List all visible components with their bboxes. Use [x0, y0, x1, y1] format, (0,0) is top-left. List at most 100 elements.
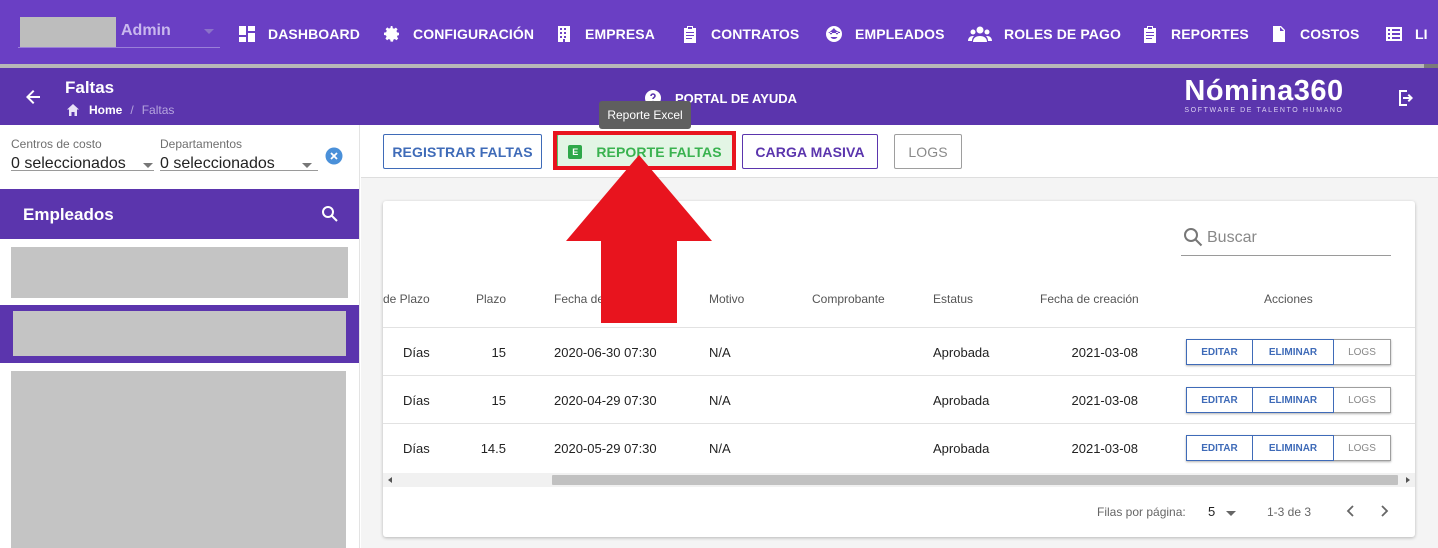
page-header: Faltas Home / Faltas PORTAL DE AYUDA Nóm… [0, 68, 1438, 125]
column-header[interactable]: Estatus [933, 292, 973, 306]
logs-button[interactable]: LOGS [1334, 387, 1391, 413]
cell-motivo: N/A [709, 393, 731, 408]
report-icon [1144, 26, 1156, 43]
departments-filter[interactable]: Departamentos 0 seleccionados [160, 137, 275, 173]
row-actions: EDITAR ELIMINAR LOGS [1186, 339, 1391, 365]
chevron-down-icon[interactable] [1226, 511, 1236, 516]
cell-estatus: Aprobada [933, 393, 990, 408]
breadcrumb-current: Faltas [141, 103, 175, 117]
nav-label: LI [1415, 26, 1428, 42]
register-absences-button[interactable]: REGISTRAR FALTAS [383, 134, 542, 169]
column-header[interactable]: Comprobante [812, 292, 885, 306]
column-header[interactable]: Plazo [476, 292, 506, 306]
cell-tipo: Días [403, 393, 430, 408]
gear-icon [384, 26, 399, 42]
cell-motivo: N/A [709, 345, 731, 360]
logs-button[interactable]: LOGS [1334, 339, 1391, 365]
nav-label: EMPLEADOS [855, 26, 945, 42]
costs-icon [1273, 26, 1285, 42]
cell-fecha: 2020-05-29 07:30 [554, 441, 657, 456]
nav-label: CONFIGURACIÓN [413, 26, 535, 42]
chevron-down-icon[interactable] [143, 163, 153, 168]
delete-button[interactable]: ELIMINAR [1253, 435, 1334, 461]
highlight-box [553, 131, 736, 170]
search-icon[interactable] [321, 205, 339, 223]
cell-creacion: 2021-03-08 [1071, 393, 1139, 408]
nav-costos[interactable]: COSTOS [1270, 22, 1359, 46]
chevron-down-icon[interactable] [302, 163, 312, 168]
back-arrow-icon[interactable] [22, 86, 44, 108]
scrollbar-thumb[interactable] [552, 475, 1398, 485]
list-item[interactable] [11, 247, 348, 298]
cell-estatus: Aprobada [933, 345, 990, 360]
chevron-right-icon[interactable] [1377, 503, 1391, 519]
divider [383, 327, 1415, 328]
nav-label: DASHBOARD [268, 26, 360, 42]
cost-centers-label: Centros de costo [11, 137, 102, 151]
building-icon [558, 26, 570, 42]
table-search[interactable] [1181, 223, 1391, 256]
cell-tipo: Días [403, 441, 430, 456]
pagination-range: 1-3 de 3 [1267, 505, 1312, 519]
cell-plazo: 15 [491, 393, 506, 408]
column-header[interactable]: Fecha de creación [1040, 292, 1139, 306]
cell-estatus: Aprobada [933, 441, 990, 456]
tooltip: Reporte Excel [599, 101, 691, 129]
nav-dashboard[interactable]: DASHBOARD [238, 22, 360, 46]
delete-button[interactable]: ELIMINAR [1253, 339, 1334, 365]
sidebar: Centros de costo 0 seleccionados Departa… [0, 125, 360, 548]
horizontal-scrollbar[interactable] [383, 473, 1415, 487]
clipboard-icon [684, 26, 696, 43]
nav-empleados[interactable]: EMPLEADOS [825, 22, 945, 46]
cost-centers-filter[interactable]: Centros de costo 0 seleccionados [11, 137, 126, 173]
edit-button[interactable]: EDITAR [1186, 387, 1253, 413]
bulk-upload-button[interactable]: CARGA MASIVA [742, 134, 878, 169]
column-header[interactable]: de Plazo [383, 292, 430, 306]
brand-logo: Nómina360 SOFTWARE DE TALENTO HUMANO [1172, 76, 1356, 114]
row-actions: EDITAR ELIMINAR LOGS [1186, 387, 1391, 413]
nav-contratos[interactable]: CONTRATOS [681, 22, 799, 46]
logs-button[interactable]: LOGS [1334, 435, 1391, 461]
rows-per-page-select[interactable]: 5 [1208, 504, 1215, 519]
nav-label: EMPRESA [585, 26, 655, 42]
nav-li[interactable]: LI [1385, 22, 1428, 46]
nav-roles-de-pago[interactable]: ROLES DE PAGO [968, 22, 1121, 46]
top-navigation: Admin DASHBOARD CONFIGURACIÓN EMPRESA CO… [0, 0, 1438, 68]
search-input[interactable] [1207, 224, 1387, 252]
breadcrumb-home[interactable]: Home [89, 103, 122, 117]
brand-name: Nómina360 [1184, 75, 1344, 107]
chevron-left-icon[interactable] [1344, 503, 1358, 519]
logout-icon[interactable] [1396, 88, 1416, 108]
cell-creacion: 2021-03-08 [1071, 345, 1139, 360]
nav-label: CONTRATOS [711, 26, 800, 42]
search-icon [1184, 228, 1203, 247]
nav-configuracion[interactable]: CONFIGURACIÓN [383, 22, 534, 46]
people-icon [968, 26, 992, 42]
nav-reportes[interactable]: REPORTES [1141, 22, 1249, 46]
nav-label: ROLES DE PAGO [1004, 26, 1121, 42]
edit-button[interactable]: EDITAR [1186, 435, 1253, 461]
help-portal-label: PORTAL DE AYUDA [675, 90, 798, 106]
brand-tagline: SOFTWARE DE TALENTO HUMANO [1184, 107, 1344, 114]
divider [383, 375, 1415, 376]
logs-button[interactable]: LOGS [894, 134, 962, 169]
cell-fecha: 2020-06-30 07:30 [554, 345, 657, 360]
clear-filters-icon[interactable] [325, 147, 343, 165]
user-name: Admin [121, 22, 171, 39]
divider [11, 170, 154, 171]
scroll-left-icon[interactable] [388, 477, 392, 483]
cell-plazo: 14.5 [480, 441, 506, 456]
nav-empresa[interactable]: EMPRESA [555, 22, 655, 46]
column-header[interactable]: Motivo [709, 292, 744, 306]
home-icon [67, 104, 79, 116]
avatar [20, 17, 116, 47]
delete-button[interactable]: ELIMINAR [1253, 387, 1334, 413]
user-selector[interactable]: Admin [18, 16, 220, 48]
edit-button[interactable]: EDITAR [1186, 339, 1253, 365]
scroll-right-icon[interactable] [1406, 477, 1410, 483]
annotation-arrow-icon [566, 155, 712, 323]
list-item[interactable] [11, 371, 346, 548]
list-item-content [13, 311, 346, 356]
cell-tipo: Días [403, 345, 430, 360]
list-item-selected[interactable] [0, 305, 359, 363]
